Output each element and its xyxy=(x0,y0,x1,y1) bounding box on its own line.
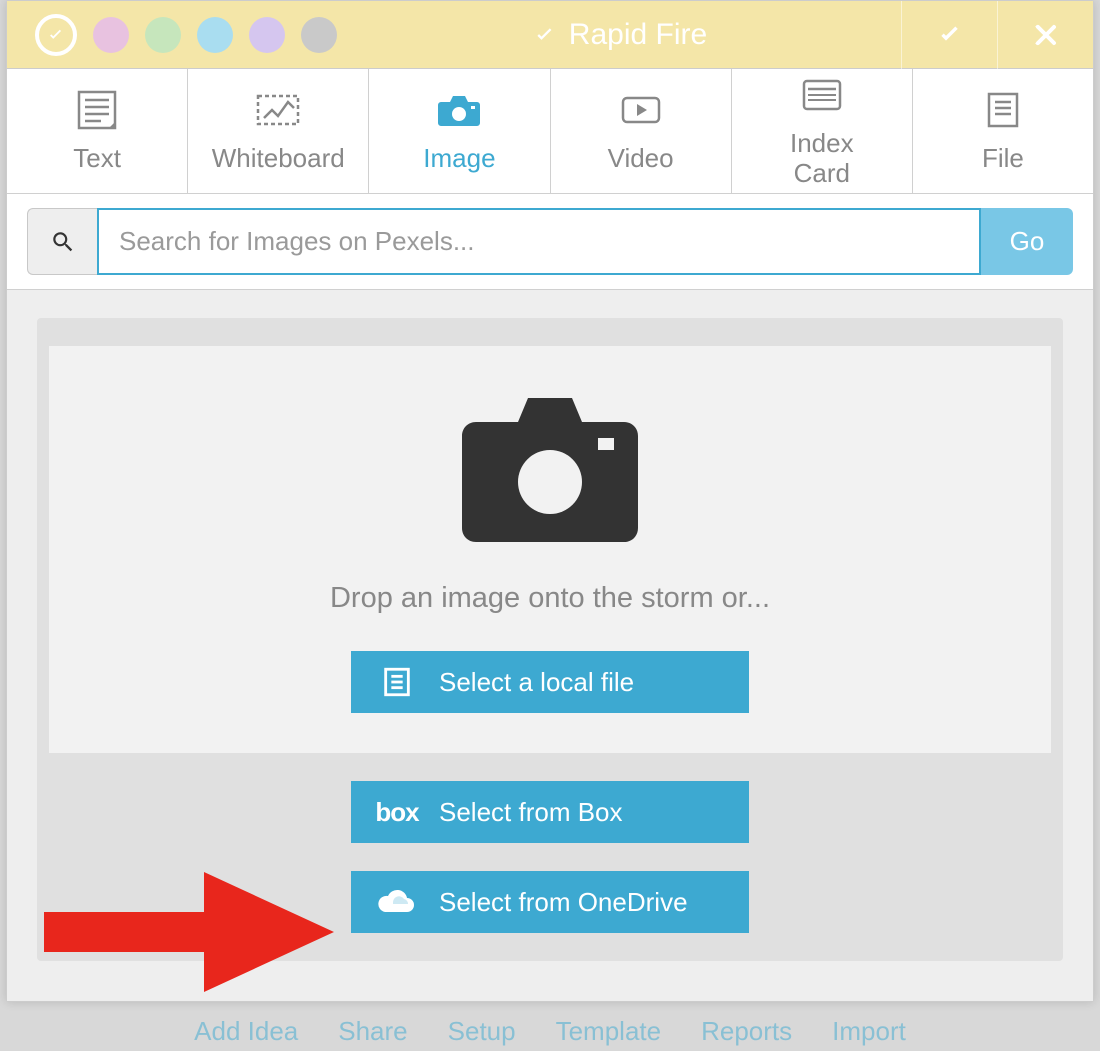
whiteboard-icon xyxy=(254,88,302,132)
indexcard-icon xyxy=(798,73,846,117)
cloud-icon xyxy=(375,888,419,916)
tab-label: File xyxy=(982,144,1024,174)
tab-label: Text xyxy=(73,144,121,174)
button-label: Select from OneDrive xyxy=(439,887,688,918)
tab-bar: Text Whiteboard Image Video xyxy=(7,69,1093,194)
select-icon[interactable] xyxy=(35,14,77,56)
camera-icon xyxy=(435,88,483,132)
color-palette xyxy=(7,14,337,56)
box-logo-icon: box xyxy=(375,797,419,828)
color-blue[interactable] xyxy=(197,17,233,53)
tab-video[interactable]: Video xyxy=(551,69,732,193)
mode-toggle[interactable]: Rapid Fire xyxy=(337,18,901,52)
select-onedrive-button[interactable]: Select from OneDrive xyxy=(351,871,749,933)
file-icon xyxy=(375,665,419,699)
camera-placeholder-icon xyxy=(450,386,650,556)
confirm-button[interactable] xyxy=(901,1,997,69)
background-nav: Add Idea Share Setup Template Reports Im… xyxy=(0,1012,1100,1051)
tab-file[interactable]: File xyxy=(913,69,1093,193)
search-icon xyxy=(27,208,97,275)
text-icon xyxy=(73,88,121,132)
tab-whiteboard[interactable]: Whiteboard xyxy=(188,69,369,193)
tab-label: Whiteboard xyxy=(212,144,345,174)
color-purple[interactable] xyxy=(249,17,285,53)
select-local-button[interactable]: Select a local file xyxy=(351,651,749,713)
tab-text[interactable]: Text xyxy=(7,69,188,193)
tab-label: Index Card xyxy=(790,129,854,189)
color-pink[interactable] xyxy=(93,17,129,53)
search-bar: Go xyxy=(7,194,1093,290)
tab-indexcard[interactable]: Index Card xyxy=(732,69,913,193)
close-button[interactable] xyxy=(997,1,1093,69)
search-input[interactable] xyxy=(97,208,981,275)
color-gray[interactable] xyxy=(301,17,337,53)
search-go-button[interactable]: Go xyxy=(981,208,1073,275)
tab-image[interactable]: Image xyxy=(369,69,550,193)
button-label: Select a local file xyxy=(439,667,634,698)
tab-label: Image xyxy=(423,144,495,174)
drop-prompt: Drop an image onto the storm or... xyxy=(330,582,770,615)
file-icon xyxy=(979,88,1027,132)
dropzone[interactable]: Drop an image onto the storm or... Selec… xyxy=(37,318,1063,961)
mode-label: Rapid Fire xyxy=(569,18,707,52)
video-icon xyxy=(617,88,665,132)
content-area: Drop an image onto the storm or... Selec… xyxy=(7,290,1093,1001)
tab-label: Video xyxy=(608,144,674,174)
select-box-button[interactable]: box Select from Box xyxy=(351,781,749,843)
color-green[interactable] xyxy=(145,17,181,53)
button-label: Select from Box xyxy=(439,797,623,828)
titlebar: Rapid Fire xyxy=(7,1,1093,69)
